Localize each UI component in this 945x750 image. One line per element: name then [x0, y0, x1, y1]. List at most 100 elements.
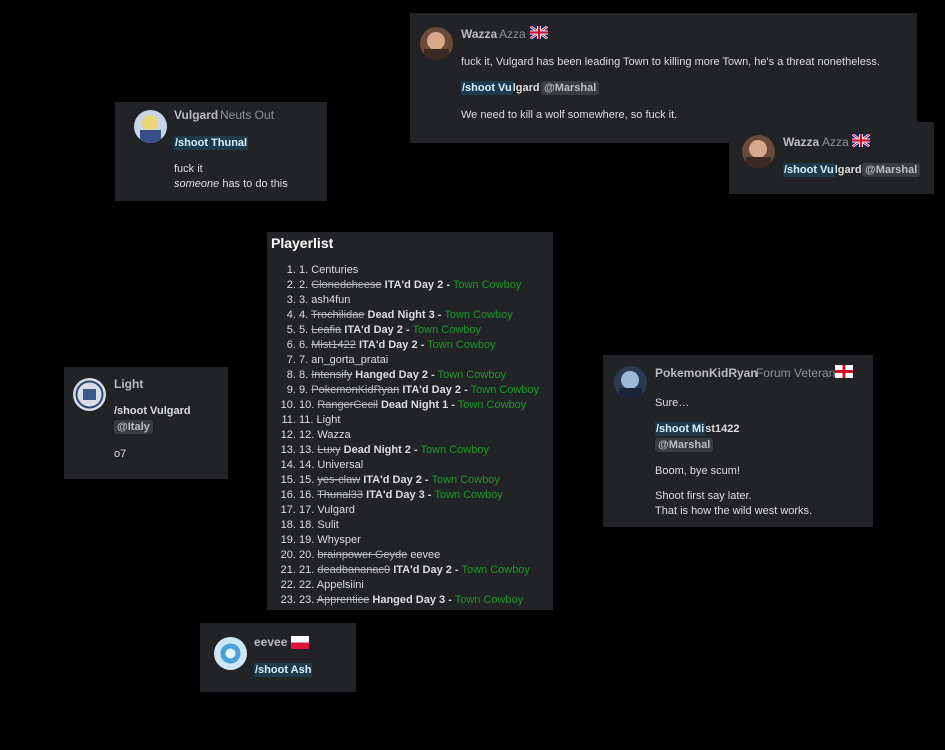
player-entry: 21. deadbananac0 ITA'd Day 2 - Town Cowb…	[299, 563, 539, 578]
user-title: Azza	[499, 27, 526, 41]
struck-player-name: PokemonKidRyan	[311, 384, 400, 396]
player-number: 7.	[299, 354, 312, 366]
player-entry: 1. Centuries	[299, 263, 539, 278]
player-entry: 6. Mist1422 ITA'd Day 2 - Town Cowboy	[299, 338, 539, 353]
command-target: st1422	[705, 423, 740, 435]
username[interactable]: eevee	[254, 635, 287, 649]
player-entry: 18. Sulit	[299, 518, 539, 533]
player-number: 13.	[299, 444, 318, 456]
username[interactable]: Wazza	[461, 27, 497, 41]
post-wazza-2: Wazza Azza /shoot Vulgard @Marshal	[729, 122, 934, 194]
mention-tag[interactable]: @Marshal	[655, 438, 714, 452]
player-number: 10.	[299, 399, 318, 411]
player-status: ITA'd Day 2 -	[344, 324, 410, 336]
player-name: Universal	[317, 459, 364, 471]
player-name: Wazza	[317, 429, 351, 441]
player-role: Town Cowboy	[427, 339, 496, 351]
command-highlight: /shoot Vu	[783, 163, 835, 177]
player-number: 23.	[299, 594, 317, 606]
command-highlight: /shoot Vu	[461, 81, 513, 95]
player-number: 21.	[299, 564, 318, 576]
avatar[interactable]	[214, 637, 247, 670]
player-entry: 2. Clonedcheese ITA'd Day 2 - Town Cowbo…	[299, 278, 539, 293]
player-number: 18.	[299, 519, 318, 531]
post-text: fuck it	[174, 163, 203, 175]
struck-player-name: Mist1422	[311, 339, 356, 351]
struck-player-name: Clonedcheese	[311, 279, 382, 291]
player-entry: 12. Wazza	[299, 428, 539, 443]
post-eevee: eevee /shoot Ash	[200, 623, 356, 692]
player-status: ITA'd Day 2 -	[363, 474, 429, 486]
struck-player-name: Leafia	[311, 324, 342, 336]
player-status: ITA'd Day 2 -	[358, 339, 425, 351]
avatar[interactable]	[614, 366, 647, 399]
player-role: Town Cowboy	[457, 399, 527, 411]
player-number: 1.	[299, 264, 312, 276]
player-status: Dead Night 3 -	[367, 309, 442, 321]
player-name: Sulit	[317, 519, 339, 531]
player-status: Dead Night 1 -	[380, 399, 455, 411]
user-title: Neuts Out	[220, 108, 275, 122]
player-role: Town Cowboy	[431, 474, 500, 486]
emphasis-text: someone	[174, 178, 220, 190]
shoot-command: /shoot Vulgard	[461, 81, 540, 95]
player-status: Hanged Day 2 -	[355, 369, 435, 381]
struck-player-name: Intensify	[311, 369, 353, 381]
player-number: 2.	[299, 279, 312, 291]
player-entry: 19. Whysper	[299, 533, 539, 548]
player-number: 17.	[299, 504, 318, 516]
player-entry: 23. Apprentice Hanged Day 3 - Town Cowbo…	[299, 593, 539, 608]
mention-tag[interactable]: @Italy	[114, 420, 153, 434]
command-target: lgard	[834, 164, 862, 176]
player-entry: 15. yes-claw ITA'd Day 2 - Town Cowboy	[299, 473, 539, 488]
player-role: Town Cowboy	[437, 369, 507, 381]
mention-tag[interactable]: @Marshal	[862, 163, 921, 177]
avatar[interactable]	[134, 110, 167, 143]
struck-player-name: RangerCecil	[317, 399, 378, 411]
player-role: Town Cowboy	[461, 564, 530, 576]
player-name: Vulgard	[317, 504, 355, 516]
player-entry: 14. Universal	[299, 458, 539, 473]
shoot-command: /shoot Vulgard	[783, 163, 862, 177]
player-entry: 7. an_gorta_pratai	[299, 353, 539, 368]
shoot-command: /shoot Thunal	[174, 136, 249, 150]
post-light: Light /shoot Vulgard @Italy o7	[64, 367, 228, 479]
avatar[interactable]	[742, 135, 775, 168]
playerlist-title: Playerlist	[271, 235, 334, 251]
player-name: Light	[316, 414, 341, 426]
post-pokemonkidryan: PokemonKidRyan Forum Veteran Sure… /shoo…	[603, 355, 873, 527]
username[interactable]: PokemonKidRyan	[655, 366, 758, 380]
player-entry: 10. RangerCecil Dead Night 1 - Town Cowb…	[299, 398, 539, 413]
player-entry: 13. Luxy Dead Night 2 - Town Cowboy	[299, 443, 539, 458]
uk-flag-icon	[851, 132, 871, 149]
shoot-command: /shoot Ash	[254, 663, 313, 677]
player-name: eevee	[410, 549, 441, 561]
username[interactable]: Wazza	[783, 135, 819, 149]
player-status: ITA'd Day 2 -	[402, 384, 468, 396]
player-role: Town Cowboy	[434, 489, 503, 501]
struck-player-name: Thunal33	[317, 489, 364, 501]
player-status: ITA'd Day 2 -	[384, 279, 451, 291]
player-entry: 8. Intensify Hanged Day 2 - Town Cowboy	[299, 368, 539, 383]
player-entry: 22. Appelsiini	[299, 578, 539, 593]
england-flag-icon	[835, 365, 853, 378]
player-status: ITA'd Day 3 -	[366, 489, 432, 501]
username[interactable]: Vulgard	[174, 108, 218, 122]
mention-tag[interactable]: @Marshal	[541, 81, 600, 95]
uk-flag-icon	[529, 24, 549, 41]
command-highlight: /shoot Mi	[655, 422, 706, 436]
command-target: lgard	[512, 82, 540, 94]
struck-player-name: Luxy	[317, 444, 341, 456]
player-list: 1. Centuries2. Clonedcheese ITA'd Day 2 …	[299, 263, 539, 608]
avatar[interactable]	[420, 27, 453, 60]
post-text: Shoot first say later.	[655, 490, 752, 502]
username[interactable]: Light	[114, 377, 143, 391]
player-entry: 16. Thunal33 ITA'd Day 3 - Town Cowboy	[299, 488, 539, 503]
player-role: Town Cowboy	[452, 279, 522, 291]
avatar[interactable]	[73, 378, 106, 411]
player-status: Dead Night 2 -	[343, 444, 418, 456]
struck-player-name: yes-claw	[317, 474, 361, 486]
struck-player-name: deadbananac0	[317, 564, 391, 576]
shoot-command: /shoot Mist1422	[655, 422, 740, 436]
player-entry: 5. Leafia ITA'd Day 2 - Town Cowboy	[299, 323, 539, 338]
